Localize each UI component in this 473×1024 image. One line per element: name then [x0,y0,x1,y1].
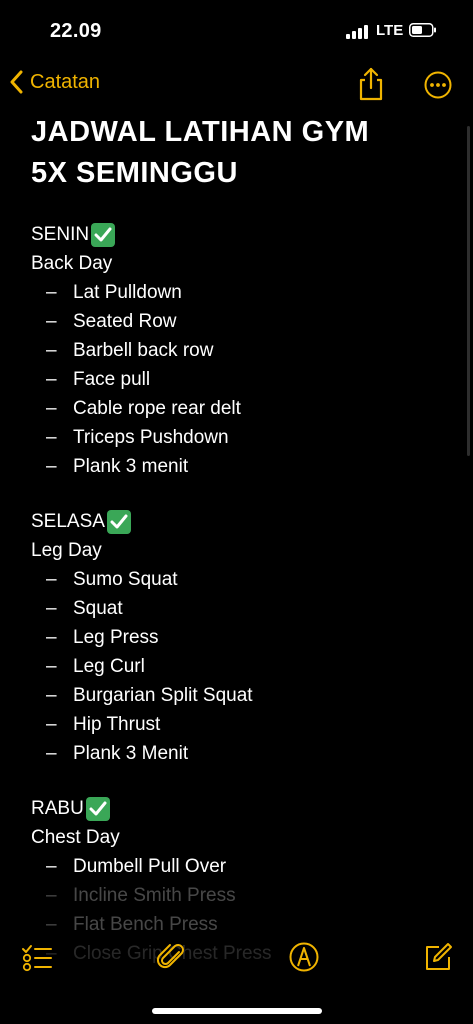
attachment-icon[interactable] [155,940,189,974]
exercise-label: Leg Press [73,627,159,648]
exercise-label: Sumo Squat [73,569,178,590]
list-item: – Barbell back row [31,336,451,365]
exercise-label: Burgarian Split Squat [73,685,253,706]
list-item: – Burgarian Split Squat [31,681,451,710]
exercise-label: Face pull [73,369,151,390]
markup-icon[interactable] [287,940,321,974]
list-item: – Seated Row [31,307,451,336]
exercise-label: Lat Pulldown [73,282,182,303]
checklist-icon[interactable] [20,940,54,974]
list-dash: – [46,627,57,648]
list-item: – Dumbell Pull Over [31,852,451,881]
day-section-selasa: SELASA Leg Day – Sumo Squat – Squat – Leg P… [31,507,451,768]
list-item: – Cable rope rear delt [31,394,451,423]
exercise-label: Hip Thrust [73,714,161,735]
list-dash: – [46,398,57,419]
list-dash: – [46,856,57,877]
note-title-line-2: 5X SEMINGGU [31,157,238,189]
exercise-label: Plank 3 Menit [73,743,189,764]
note-title: JADWAL LATIHAN GYM 5X SEMINGGU [31,112,451,194]
back-chevron-icon [10,70,23,94]
list-dash: – [46,569,57,590]
list-item: – Sumo Squat [31,565,451,594]
list-item: – Hip Thrust [31,710,451,739]
list-dash: – [46,714,57,735]
list-item: – Plank 3 Menit [31,739,451,768]
list-dash: – [46,427,57,448]
nav-bar: Catatan [0,62,473,106]
list-item: – Incline Smith Press [31,881,451,910]
day-heading: RABU [31,794,451,823]
status-bar: 22.09 LTE [0,0,473,60]
day-heading: SENIN [31,220,451,249]
list-item: – Triceps Pushdown [31,423,451,452]
status-time: 22.09 [50,20,102,42]
list-item: – Leg Curl [31,652,451,681]
exercise-list: – Lat Pulldown – Seated Row – Barbell back … [31,278,451,481]
list-item: – Face pull [31,365,451,394]
note-body[interactable]: JADWAL LATIHAN GYM 5X SEMINGGU SENIN Bac… [31,112,451,968]
list-item: – Lat Pulldown [31,278,451,307]
day-name: RABU [31,798,84,819]
day-heading: SELASA [31,507,451,536]
day-name: SELASA [31,511,105,532]
home-indicator[interactable] [152,1008,322,1014]
battery-icon [409,23,436,37]
exercise-label: Seated Row [73,311,177,332]
list-dash: – [46,598,57,619]
exercise-label: Leg Curl [73,656,145,677]
day-section-senin: SENIN Back Day – Lat Pulldown – Seated Row… [31,220,451,481]
exercise-label: Incline Smith Press [73,885,236,906]
exercise-label: Barbell back row [73,340,214,361]
checkmark-icon [91,222,116,247]
exercise-label: Plank 3 menit [73,456,189,477]
more-icon[interactable] [423,70,453,100]
network-label: LTE [376,22,404,39]
exercise-label: Dumbell Pull Over [73,856,227,877]
note-title-line-1: JADWAL LATIHAN GYM [31,116,370,148]
day-name: SENIN [31,224,90,245]
day-subtitle: Chest Day [31,827,120,848]
exercise-label: Cable rope rear delt [73,398,241,419]
scroll-indicator[interactable] [467,126,470,456]
checkmark-icon [85,796,110,821]
exercise-list: – Sumo Squat – Squat – Leg Press – Leg Curl … [31,565,451,768]
day-subtitle: Leg Day [31,540,102,561]
back-label: Catatan [30,70,101,93]
compose-icon[interactable] [421,940,455,974]
list-dash: – [46,656,57,677]
back-button[interactable]: Catatan [10,70,100,94]
list-dash: – [46,340,57,361]
list-dash: – [46,743,57,764]
list-dash: – [46,456,57,477]
list-dash: – [46,369,57,390]
day-subtitle: Back Day [31,253,113,274]
list-item: – Plank 3 menit [31,452,451,481]
exercise-label: Squat [73,598,123,619]
checkmark-icon [106,509,131,534]
list-dash: – [46,885,57,906]
list-item: – Leg Press [31,623,451,652]
share-icon[interactable] [356,66,386,102]
list-dash: – [46,282,57,303]
signal-icon [346,25,368,39]
list-dash: – [46,311,57,332]
list-item: – Squat [31,594,451,623]
bottom-toolbar [0,930,473,982]
list-dash: – [46,685,57,706]
exercise-label: Triceps Pushdown [73,427,229,448]
